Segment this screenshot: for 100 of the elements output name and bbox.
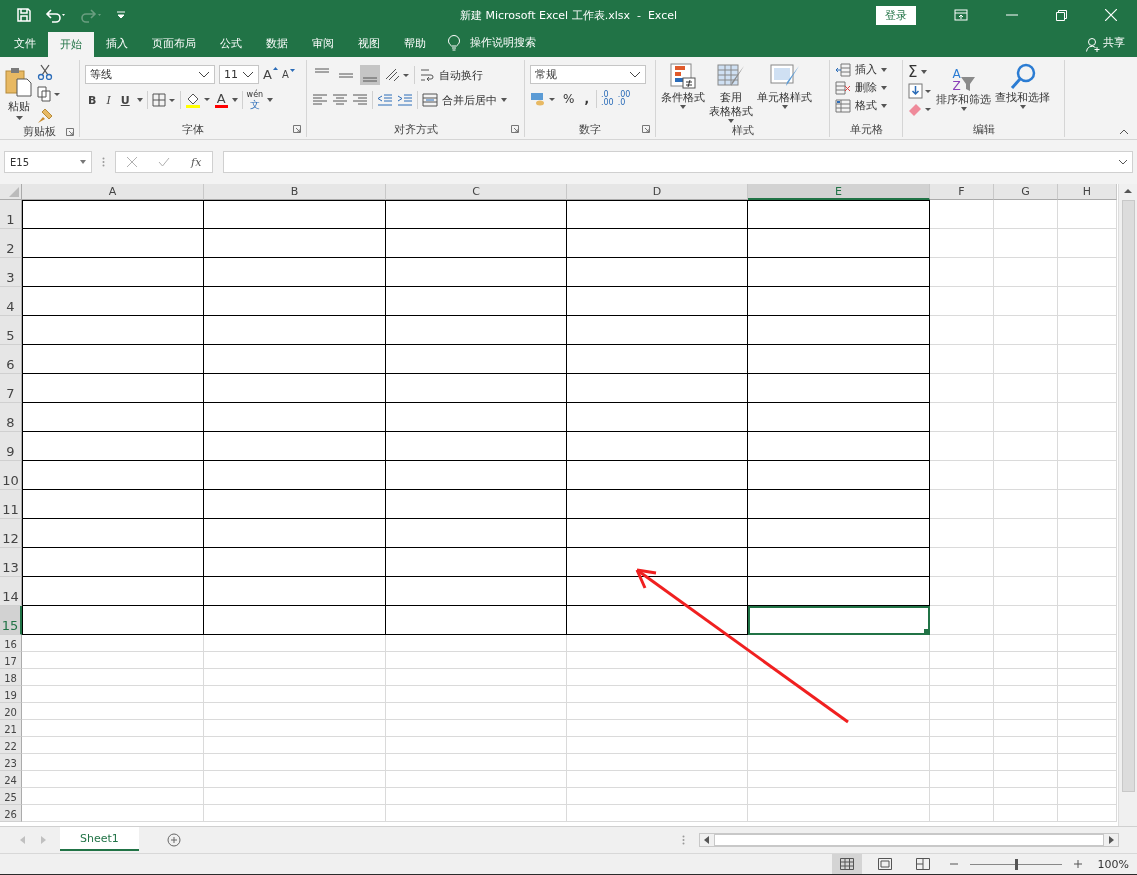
row-header[interactable]: 20 (0, 703, 22, 720)
grid-cell[interactable] (567, 771, 748, 788)
table-cell[interactable] (386, 461, 567, 490)
table-cell[interactable] (567, 229, 748, 258)
percent-button[interactable]: % (560, 92, 578, 106)
column-header[interactable]: D (567, 184, 748, 200)
undo-icon[interactable] (44, 7, 68, 23)
table-cell[interactable] (204, 316, 386, 345)
grid-cell[interactable] (994, 229, 1058, 258)
enter-check-icon[interactable] (157, 157, 170, 167)
grid-cell[interactable] (567, 635, 748, 652)
grid-cell[interactable] (1058, 737, 1117, 754)
grid-cell[interactable] (204, 635, 386, 652)
paste-button[interactable]: 粘贴 (5, 66, 33, 120)
active-cell[interactable] (748, 606, 930, 635)
grid-cell[interactable] (994, 316, 1058, 345)
table-cell[interactable] (204, 345, 386, 374)
grid-cell[interactable] (994, 737, 1058, 754)
grid-cell[interactable] (22, 754, 204, 771)
grid-cell[interactable] (930, 229, 994, 258)
table-cell[interactable] (748, 548, 930, 577)
increase-font-button[interactable]: A (263, 67, 278, 82)
table-cell[interactable] (567, 200, 748, 229)
grid-cell[interactable] (930, 548, 994, 577)
cut-icon[interactable] (37, 64, 53, 80)
style-button[interactable]: 套用 表格格式 (709, 62, 753, 123)
table-cell[interactable] (204, 461, 386, 490)
grid-cell[interactable] (930, 737, 994, 754)
table-cell[interactable] (22, 229, 204, 258)
grid-cell[interactable] (994, 287, 1058, 316)
grid-cell[interactable] (386, 720, 567, 737)
grid-cell[interactable] (748, 669, 930, 686)
scroll-right-icon[interactable] (1108, 836, 1114, 844)
table-cell[interactable] (748, 258, 930, 287)
align-right-icon[interactable] (352, 93, 368, 107)
vertical-align-icon[interactable] (360, 65, 380, 85)
table-cell[interactable] (204, 229, 386, 258)
grid-cell[interactable] (930, 461, 994, 490)
row-header[interactable]: 26 (0, 805, 22, 822)
row-header[interactable]: 11 (0, 490, 22, 519)
grid-cell[interactable] (1058, 461, 1117, 490)
ribbon-display-icon[interactable] (954, 9, 968, 21)
grid-cell[interactable] (22, 720, 204, 737)
caret-icon[interactable] (231, 98, 238, 102)
grid-cell[interactable] (22, 669, 204, 686)
table-cell[interactable] (204, 432, 386, 461)
row-header[interactable]: 13 (0, 548, 22, 577)
table-cell[interactable] (567, 403, 748, 432)
cells-button[interactable]: 格式 (835, 98, 887, 113)
grid-cell[interactable] (567, 805, 748, 822)
table-cell[interactable] (748, 490, 930, 519)
grid-cell[interactable] (1058, 788, 1117, 805)
align-left-icon[interactable] (312, 93, 328, 107)
add-sheet-icon[interactable] (166, 833, 181, 847)
formula-input-field[interactable] (223, 151, 1133, 173)
comma-style-button[interactable]: , (581, 92, 592, 106)
insert-function-button[interactable]: fx (191, 155, 202, 169)
phonetic-guide-button[interactable]: wén 文 (246, 90, 264, 110)
grid-cell[interactable] (930, 403, 994, 432)
grid-cell[interactable] (748, 754, 930, 771)
grid-cell[interactable] (748, 788, 930, 805)
horizontal-scrollbar[interactable] (699, 833, 1119, 847)
grid-cell[interactable] (1058, 432, 1117, 461)
row-header[interactable]: 1 (0, 200, 22, 229)
table-cell[interactable] (204, 490, 386, 519)
grid-cell[interactable] (930, 374, 994, 403)
grid-cell[interactable] (1058, 200, 1117, 229)
grid-cell[interactable] (204, 652, 386, 669)
table-cell[interactable] (386, 577, 567, 606)
grid-cell[interactable] (204, 754, 386, 771)
table-cell[interactable] (204, 606, 386, 635)
caret-icon[interactable] (267, 98, 274, 102)
grid-cell[interactable] (1058, 577, 1117, 606)
grid-cell[interactable] (1058, 374, 1117, 403)
grid-cell[interactable] (386, 686, 567, 703)
grid-cell[interactable] (1058, 548, 1117, 577)
grid-cell[interactable] (386, 669, 567, 686)
grid-cell[interactable] (930, 635, 994, 652)
column-header[interactable]: F (930, 184, 994, 200)
grid-cell[interactable] (1058, 771, 1117, 788)
column-header[interactable]: C (386, 184, 567, 200)
grid-cell[interactable] (22, 635, 204, 652)
table-cell[interactable] (204, 287, 386, 316)
customize-caret-icon[interactable] (116, 10, 126, 20)
grid-cell[interactable] (386, 788, 567, 805)
ribbon-tab[interactable]: 页面布局 (140, 30, 208, 57)
grid-cell[interactable] (1058, 720, 1117, 737)
grid-cell[interactable] (204, 686, 386, 703)
select-all-corner[interactable] (0, 184, 22, 200)
grid-cell[interactable] (930, 606, 994, 635)
table-cell[interactable] (386, 229, 567, 258)
grid-cell[interactable] (930, 200, 994, 229)
grid-cell[interactable] (204, 703, 386, 720)
row-header[interactable]: 18 (0, 669, 22, 686)
sort-filter-button[interactable]: A Z 排序和筛选 (936, 62, 991, 111)
ribbon-tab[interactable]: 数据 (254, 30, 300, 57)
dialog-launcher-icon[interactable] (66, 128, 74, 136)
grid-cell[interactable] (1058, 686, 1117, 703)
table-cell[interactable] (748, 374, 930, 403)
column-header[interactable]: B (204, 184, 386, 200)
